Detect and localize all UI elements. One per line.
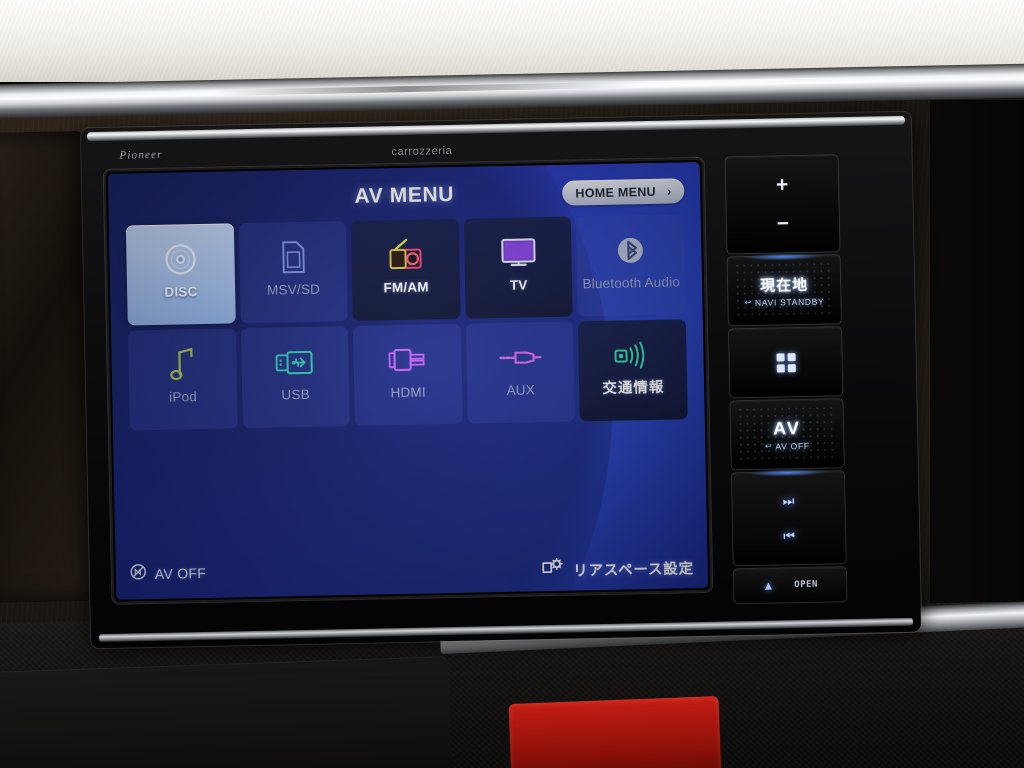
music-note-icon [168,343,197,386]
tile-label: iPod [169,389,198,405]
hdmi-plug-icon [385,338,430,381]
tile-label: Bluetooth Audio [582,274,681,292]
tile-bluetooth-audio[interactable]: Bluetooth Audio [576,214,686,317]
eject-open-label: OPEN [794,579,819,591]
traffic-broadcast-icon [610,334,655,377]
car-dashboard-scene: Pioneer carrozzeria AV MENU HOME MENU › [0,0,1024,768]
tile-label: MSV/SD [266,281,321,298]
eject-row: ▲ OPEN [762,578,819,593]
tile-label: HDMI [390,384,427,401]
eject-icon: ▲ [762,578,775,593]
carrozzeria-logo: carrozzeria [391,144,453,159]
disc-icon [162,238,199,281]
bluetooth-icon [615,229,646,272]
car-audio-head-unit: Pioneer carrozzeria AV MENU HOME MENU › [80,111,922,649]
tile-disc[interactable]: DISC [125,223,236,326]
navi-current-location-button[interactable]: 現在地 ↩ NAVI STANDBY [727,252,841,326]
tile-fm-am[interactable]: FM/AM [350,218,461,321]
console-storage-tray [0,656,452,768]
av-off-button[interactable]: AV OFF [130,562,207,586]
av-source-button[interactable]: AV ↩ AV OFF [730,399,844,470]
tile-label: 交通情報 [602,379,665,397]
navi-button-sublabel-row: ↩ NAVI STANDBY [744,296,824,308]
navi-standby-label: NAVI STANDBY [754,295,825,308]
radio-icon [384,233,427,276]
av-off-circle-slash-icon [130,563,147,585]
track-previous-icon[interactable]: ⏮ [783,528,795,543]
av-button-label: AV [772,417,802,439]
volume-rocker[interactable]: + − [725,155,840,254]
eject-open-button[interactable]: ▲ OPEN [733,567,847,604]
source-tile-grid: DISC MSV/SD FM/AM TV Bluetooth Audio iPo… [125,214,688,431]
tv-icon [497,231,540,274]
tile-tv[interactable]: TV [463,216,574,319]
av-off-label: AV OFF [154,564,207,582]
volume-up-button[interactable]: + [776,173,789,196]
chevron-right-icon: › [666,183,672,199]
volume-down-button[interactable]: − [777,212,790,235]
sd-card-icon [277,236,308,279]
av-menu-screen[interactable]: AV MENU HOME MENU › DISC MSV/SD FM/AM TV… [107,161,709,600]
hardware-button-column: + − 現在地 ↩ NAVI STANDBY AV ↩ AV OFF ⏭ ⏮ ▲… [720,154,899,604]
av-button-sublabel-row: ↩ AV OFF [765,440,810,451]
apps-grid-icon [776,352,796,372]
tile-label: AUX [506,382,536,398]
track-next-icon[interactable]: ⏭ [782,493,794,508]
tile-label: USB [281,386,310,403]
tile-traffic-info[interactable]: 交通情報 [578,319,688,422]
tile-label: FM/AM [383,279,429,296]
apps-menu-button[interactable] [729,327,843,398]
av-off-sublabel: AV OFF [775,440,810,452]
track-skip-buttons[interactable]: ⏭ ⏮ [731,468,846,566]
tile-ipod[interactable]: iPod [127,328,238,431]
tile-label: DISC [164,284,198,300]
rear-space-settings-label: リアスペース設定 [573,561,694,580]
long-press-arrow-icon: ↩ [744,297,753,308]
aux-jack-icon [497,336,544,379]
tile-aux[interactable]: AUX [465,321,576,424]
usb-icon [274,341,317,384]
touchscreen-bezel: AV MENU HOME MENU › DISC MSV/SD FM/AM TV… [103,157,713,604]
home-menu-button[interactable]: HOME MENU › [562,178,685,206]
navi-button-label: 現在地 [759,276,809,295]
tile-usb[interactable]: USB [240,326,351,429]
rear-space-settings-button[interactable]: リアスペース設定 [542,555,694,583]
home-menu-label: HOME MENU [575,184,657,200]
pioneer-logo: Pioneer [119,148,163,162]
tile-label: TV [509,277,528,293]
tile-hdmi[interactable]: HDMI [353,323,463,426]
button-backlight-glow [747,468,829,478]
long-press-arrow-icon: ↩ [764,441,773,451]
screen-gear-icon [542,557,564,583]
hazard-light-button[interactable] [508,695,722,768]
tile-msv-sd[interactable]: MSV/SD [238,221,348,324]
